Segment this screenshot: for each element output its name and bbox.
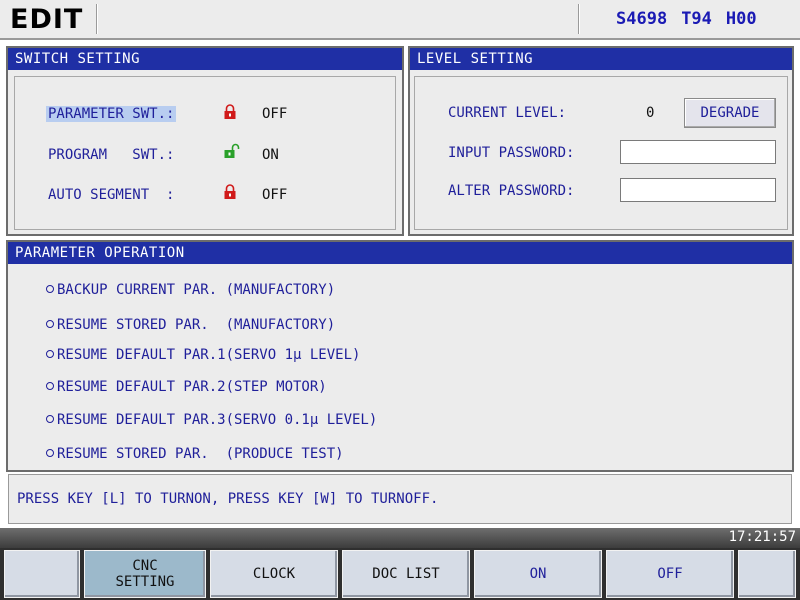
op-resume-default-3[interactable]: RESUME DEFAULT PAR.3(SERVO 0.1μ LEVEL) — [46, 412, 377, 428]
softkey-cnc-setting-line1: CNC — [132, 558, 158, 574]
radio-icon — [46, 285, 54, 293]
op-resume-default-1[interactable]: RESUME DEFAULT PAR.1(SERVO 1μ LEVEL) — [46, 347, 360, 363]
switch-setting-title: SWITCH SETTING — [8, 48, 402, 70]
op-backup-current[interactable]: BACKUP CURRENT PAR. (MANUFACTORY) — [46, 282, 335, 298]
parameter-switch-value[interactable]: OFF — [262, 106, 287, 122]
op-resume-default-2[interactable]: RESUME DEFAULT PAR.2(STEP MOTOR) — [46, 379, 327, 395]
h-offset-code: H00 — [725, 9, 757, 29]
program-switch-value[interactable]: ON — [262, 147, 279, 163]
softkey-cnc-setting-line2: SETTING — [115, 574, 175, 590]
level-setting-title: LEVEL SETTING — [410, 48, 792, 70]
alter-password-label: ALTER PASSWORD: — [448, 183, 575, 199]
tool-code: T94 — [681, 9, 712, 29]
status-header: EDIT S4698 T94 H00 — [0, 0, 800, 40]
current-level-label: CURRENT LEVEL: — [448, 105, 567, 121]
header-separator — [96, 4, 98, 34]
radio-icon — [46, 415, 54, 423]
radio-icon — [46, 350, 54, 358]
op-label: RESUME STORED PAR. (PRODUCE TEST) — [57, 446, 344, 462]
softkey-bar: CNC SETTING CLOCK DOC LIST ON OFF — [0, 548, 800, 600]
parameter-operation-title: PARAMETER OPERATION — [8, 242, 792, 264]
op-resume-stored-test[interactable]: RESUME STORED PAR. (PRODUCE TEST) — [46, 446, 344, 462]
softkey-doc-list[interactable]: DOC LIST — [342, 550, 470, 598]
softkey-on[interactable]: ON — [474, 550, 602, 598]
softkey-off[interactable]: OFF — [606, 550, 734, 598]
auto-segment-label[interactable]: AUTO SEGMENT : — [48, 187, 174, 203]
status-codes: S4698 T94 H00 — [616, 9, 771, 29]
softkey-blank-right[interactable] — [738, 550, 796, 598]
clock-display: 17:21:57 — [728, 529, 796, 545]
op-label: RESUME DEFAULT PAR.3(SERVO 0.1μ LEVEL) — [57, 412, 378, 428]
parameter-switch-label[interactable]: PARAMETER SWT.: — [46, 106, 177, 122]
radio-icon — [46, 449, 54, 457]
op-label: RESUME STORED PAR. (MANUFACTORY) — [57, 317, 336, 333]
op-label: RESUME DEFAULT PAR.2(STEP MOTOR) — [57, 379, 327, 395]
locked-padlock-icon — [224, 184, 236, 199]
softkey-blank-left[interactable] — [4, 550, 80, 598]
auto-segment-value[interactable]: OFF — [262, 187, 287, 203]
softkey-clock[interactable]: CLOCK — [210, 550, 338, 598]
input-password-field[interactable] — [620, 140, 776, 164]
current-level-value: 0 — [646, 105, 655, 121]
op-label: RESUME DEFAULT PAR.1(SERVO 1μ LEVEL) — [57, 347, 361, 363]
locked-padlock-icon — [224, 104, 236, 119]
program-switch-label[interactable]: PROGRAM SWT.: — [48, 147, 174, 163]
hint-bar: PRESS KEY [L] TO TURNON, PRESS KEY [W] T… — [8, 474, 792, 524]
input-password-label: INPUT PASSWORD: — [448, 145, 575, 161]
time-bar: 17:21:57 — [0, 528, 800, 548]
radio-icon — [46, 382, 54, 390]
radio-icon — [46, 320, 54, 328]
hint-text: PRESS KEY [L] TO TURNON, PRESS KEY [W] T… — [17, 491, 439, 507]
alter-password-field[interactable] — [620, 178, 776, 202]
op-label: BACKUP CURRENT PAR. (MANUFACTORY) — [57, 282, 336, 298]
degrade-button[interactable]: DEGRADE — [684, 98, 776, 128]
op-resume-stored-manufactory[interactable]: RESUME STORED PAR. (MANUFACTORY) — [46, 317, 335, 333]
softkey-cnc-setting[interactable]: CNC SETTING — [84, 550, 206, 598]
unlocked-padlock-icon — [224, 143, 240, 158]
spindle-code: S4698 — [616, 9, 668, 29]
switch-setting-panel: SWITCH SETTING PARAMETER SWT.: OFF PROGR… — [6, 46, 404, 236]
header-separator — [578, 4, 580, 34]
mode-title: EDIT — [10, 4, 84, 35]
